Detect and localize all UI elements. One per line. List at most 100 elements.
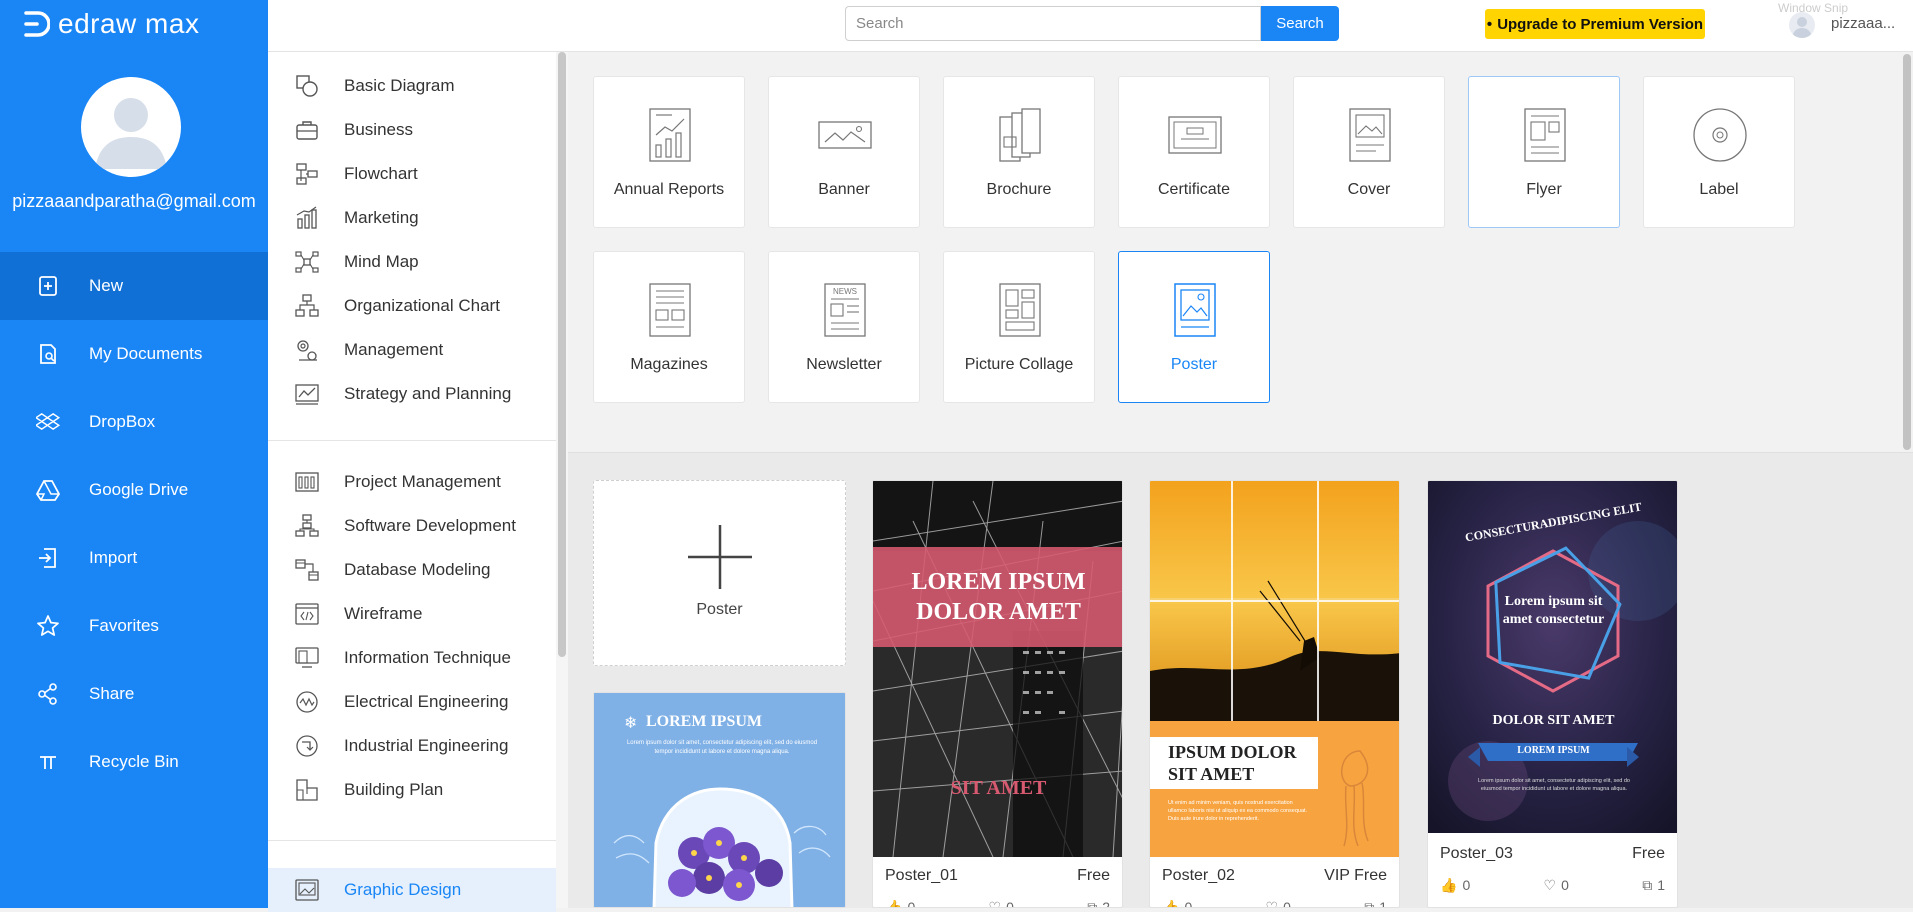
- sidebar-item-recycle-bin[interactable]: Recycle Bin: [0, 728, 268, 796]
- category-basic-diagram[interactable]: Basic Diagram: [294, 64, 455, 108]
- template-area-scrollbar-thumb[interactable]: [1903, 54, 1911, 450]
- category-management[interactable]: Management: [294, 328, 443, 372]
- upgrade-button[interactable]: • Upgrade to Premium Version: [1485, 9, 1705, 39]
- like-stat[interactable]: 👍 0: [1440, 875, 1470, 895]
- app-logo[interactable]: edraw max: [20, 8, 199, 40]
- new-file-icon: [34, 272, 62, 300]
- poster-card-04[interactable]: ❄ LOREM IPSUM Lorem ipsum dolor sit amet…: [593, 692, 846, 908]
- category-scrollbar-thumb[interactable]: [558, 52, 566, 657]
- sidebar-item-share[interactable]: Share: [0, 660, 268, 728]
- category-industrial-engineering[interactable]: Industrial Engineering: [294, 724, 508, 768]
- category-strategy-and-planning[interactable]: Strategy and Planning: [294, 372, 511, 416]
- profile-avatar[interactable]: [81, 77, 181, 177]
- user-silhouette-icon: [95, 98, 167, 169]
- poster-card-02[interactable]: IPSUM DOLOR SIT AMET Ut enim ad minim ve…: [1149, 480, 1400, 908]
- thumbs-up-icon: 👍: [1440, 876, 1458, 893]
- building-plan-icon: [294, 777, 320, 803]
- sidebar-item-favorites[interactable]: Favorites: [0, 592, 268, 660]
- category-label: Business: [344, 120, 413, 139]
- search-button[interactable]: Search: [1261, 6, 1339, 41]
- bullet-icon: •: [1486, 15, 1493, 33]
- template-annual-reports[interactable]: Annual Reports: [593, 76, 745, 228]
- category-marketing[interactable]: Marketing: [294, 196, 419, 240]
- poster-name: Poster_03: [1440, 845, 1513, 862]
- sidebar: edraw max pizzaaandparatha@gmail.com New…: [0, 0, 268, 908]
- category-business[interactable]: Business: [294, 108, 413, 152]
- category-label: Graphic Design: [344, 880, 462, 899]
- favorite-stat[interactable]: ♡ 0: [1544, 875, 1569, 895]
- category-database-modeling[interactable]: Database Modeling: [294, 548, 490, 592]
- like-count: 0: [907, 899, 916, 908]
- sidebar-item-import[interactable]: Import: [0, 524, 268, 592]
- like-stat[interactable]: 👍 0: [885, 897, 915, 908]
- cover-icon: [1340, 105, 1400, 165]
- search-input[interactable]: [845, 6, 1261, 41]
- mind-map-icon: [294, 249, 320, 275]
- magazine-icon: [640, 280, 700, 340]
- category-label: Building Plan: [344, 780, 444, 799]
- poster-stats: 👍 0 ♡ 0 ⧉ 1: [1440, 875, 1665, 895]
- sidebar-item-google-drive[interactable]: Google Drive: [0, 456, 268, 524]
- poster-badge: VIP Free: [1324, 867, 1387, 884]
- snowflake-icon: ❄: [624, 715, 637, 732]
- electrical-icon: [294, 689, 320, 715]
- poster-03-thumbnail: CONSECTURADIPISCING ELIT Lorem ipsum sit…: [1428, 481, 1677, 833]
- poster-card-03[interactable]: CONSECTURADIPISCING ELIT Lorem ipsum sit…: [1427, 480, 1678, 908]
- poster-02-body: Ut enim ad minim veniam, quis nostrud ex…: [1168, 800, 1308, 822]
- sidebar-item-new[interactable]: New: [0, 252, 268, 320]
- sidebar-item-label: Favorites: [89, 616, 159, 635]
- like-count: 0: [1462, 877, 1471, 893]
- software-icon: [294, 513, 320, 539]
- flowchart-icon: [294, 161, 320, 187]
- template-newsletter[interactable]: NEWS Newsletter: [768, 251, 920, 403]
- template-banner[interactable]: Banner: [768, 76, 920, 228]
- template-brochure[interactable]: Brochure: [943, 76, 1095, 228]
- brochure-icon: [990, 105, 1050, 165]
- template-certificate[interactable]: Certificate: [1118, 76, 1270, 228]
- template-magazines[interactable]: Magazines: [593, 251, 745, 403]
- template-area-scrollbar[interactable]: [1901, 52, 1913, 452]
- template-picture-collage[interactable]: Picture Collage: [943, 251, 1095, 403]
- sidebar-item-dropbox[interactable]: DropBox: [0, 388, 268, 456]
- template-flyer[interactable]: Flyer: [1468, 76, 1620, 228]
- template-label-card[interactable]: Label: [1643, 76, 1795, 228]
- poster-card-01[interactable]: LOREM IPSUM DOLOR AMET SIT AMET Poster_0…: [872, 480, 1123, 908]
- sidebar-item-my-documents[interactable]: My Documents: [0, 320, 268, 388]
- favorite-stat[interactable]: ♡ 0: [1266, 897, 1291, 908]
- template-label: Newsletter: [806, 356, 882, 373]
- favorite-stat[interactable]: ♡ 0: [989, 897, 1014, 908]
- category-graphic-design[interactable]: Graphic Design: [294, 868, 461, 912]
- template-cover[interactable]: Cover: [1293, 76, 1445, 228]
- category-project-management[interactable]: Project Management: [294, 460, 501, 504]
- copy-stat[interactable]: ⧉ 1: [1364, 897, 1387, 908]
- category-label: Wireframe: [344, 604, 423, 623]
- poster-03-body: Lorem ipsum dolor sit amet, consectetur …: [1478, 778, 1630, 792]
- user-name[interactable]: pizzaaa...: [1831, 15, 1895, 32]
- copy-stat[interactable]: ⧉ 2: [1087, 897, 1110, 908]
- category-electrical-engineering[interactable]: Electrical Engineering: [294, 680, 508, 724]
- category-label: Project Management: [344, 472, 501, 491]
- sidebar-item-label: Import: [89, 548, 138, 567]
- category-mind-map[interactable]: Mind Map: [294, 240, 419, 284]
- category-building-plan[interactable]: Building Plan: [294, 768, 443, 812]
- like-stat[interactable]: 👍 0: [1162, 897, 1192, 908]
- template-poster[interactable]: Poster: [1118, 251, 1270, 403]
- category-label: Basic Diagram: [344, 76, 455, 95]
- annual-report-icon: [640, 105, 700, 165]
- category-information-technique[interactable]: Information Technique: [294, 636, 511, 680]
- user-avatar[interactable]: [1789, 12, 1815, 38]
- briefcase-icon: [294, 117, 320, 143]
- copy-icon: ⧉: [1087, 898, 1098, 908]
- new-poster-card[interactable]: Poster: [593, 480, 846, 666]
- copy-stat[interactable]: ⧉ 1: [1642, 875, 1665, 895]
- category-organizational-chart[interactable]: Organizational Chart: [294, 284, 500, 328]
- category-scrollbar[interactable]: [556, 52, 568, 908]
- category-wireframe[interactable]: Wireframe: [294, 592, 422, 636]
- category-software-development[interactable]: Software Development: [294, 504, 516, 548]
- category-label: Database Modeling: [344, 560, 491, 579]
- poster-03-title: DOLOR SIT AMET: [1492, 713, 1615, 728]
- template-label: Flyer: [1526, 181, 1562, 198]
- copy-icon: ⧉: [1642, 876, 1653, 893]
- sidebar-item-label: New: [89, 276, 124, 295]
- category-flowchart[interactable]: Flowchart: [294, 152, 418, 196]
